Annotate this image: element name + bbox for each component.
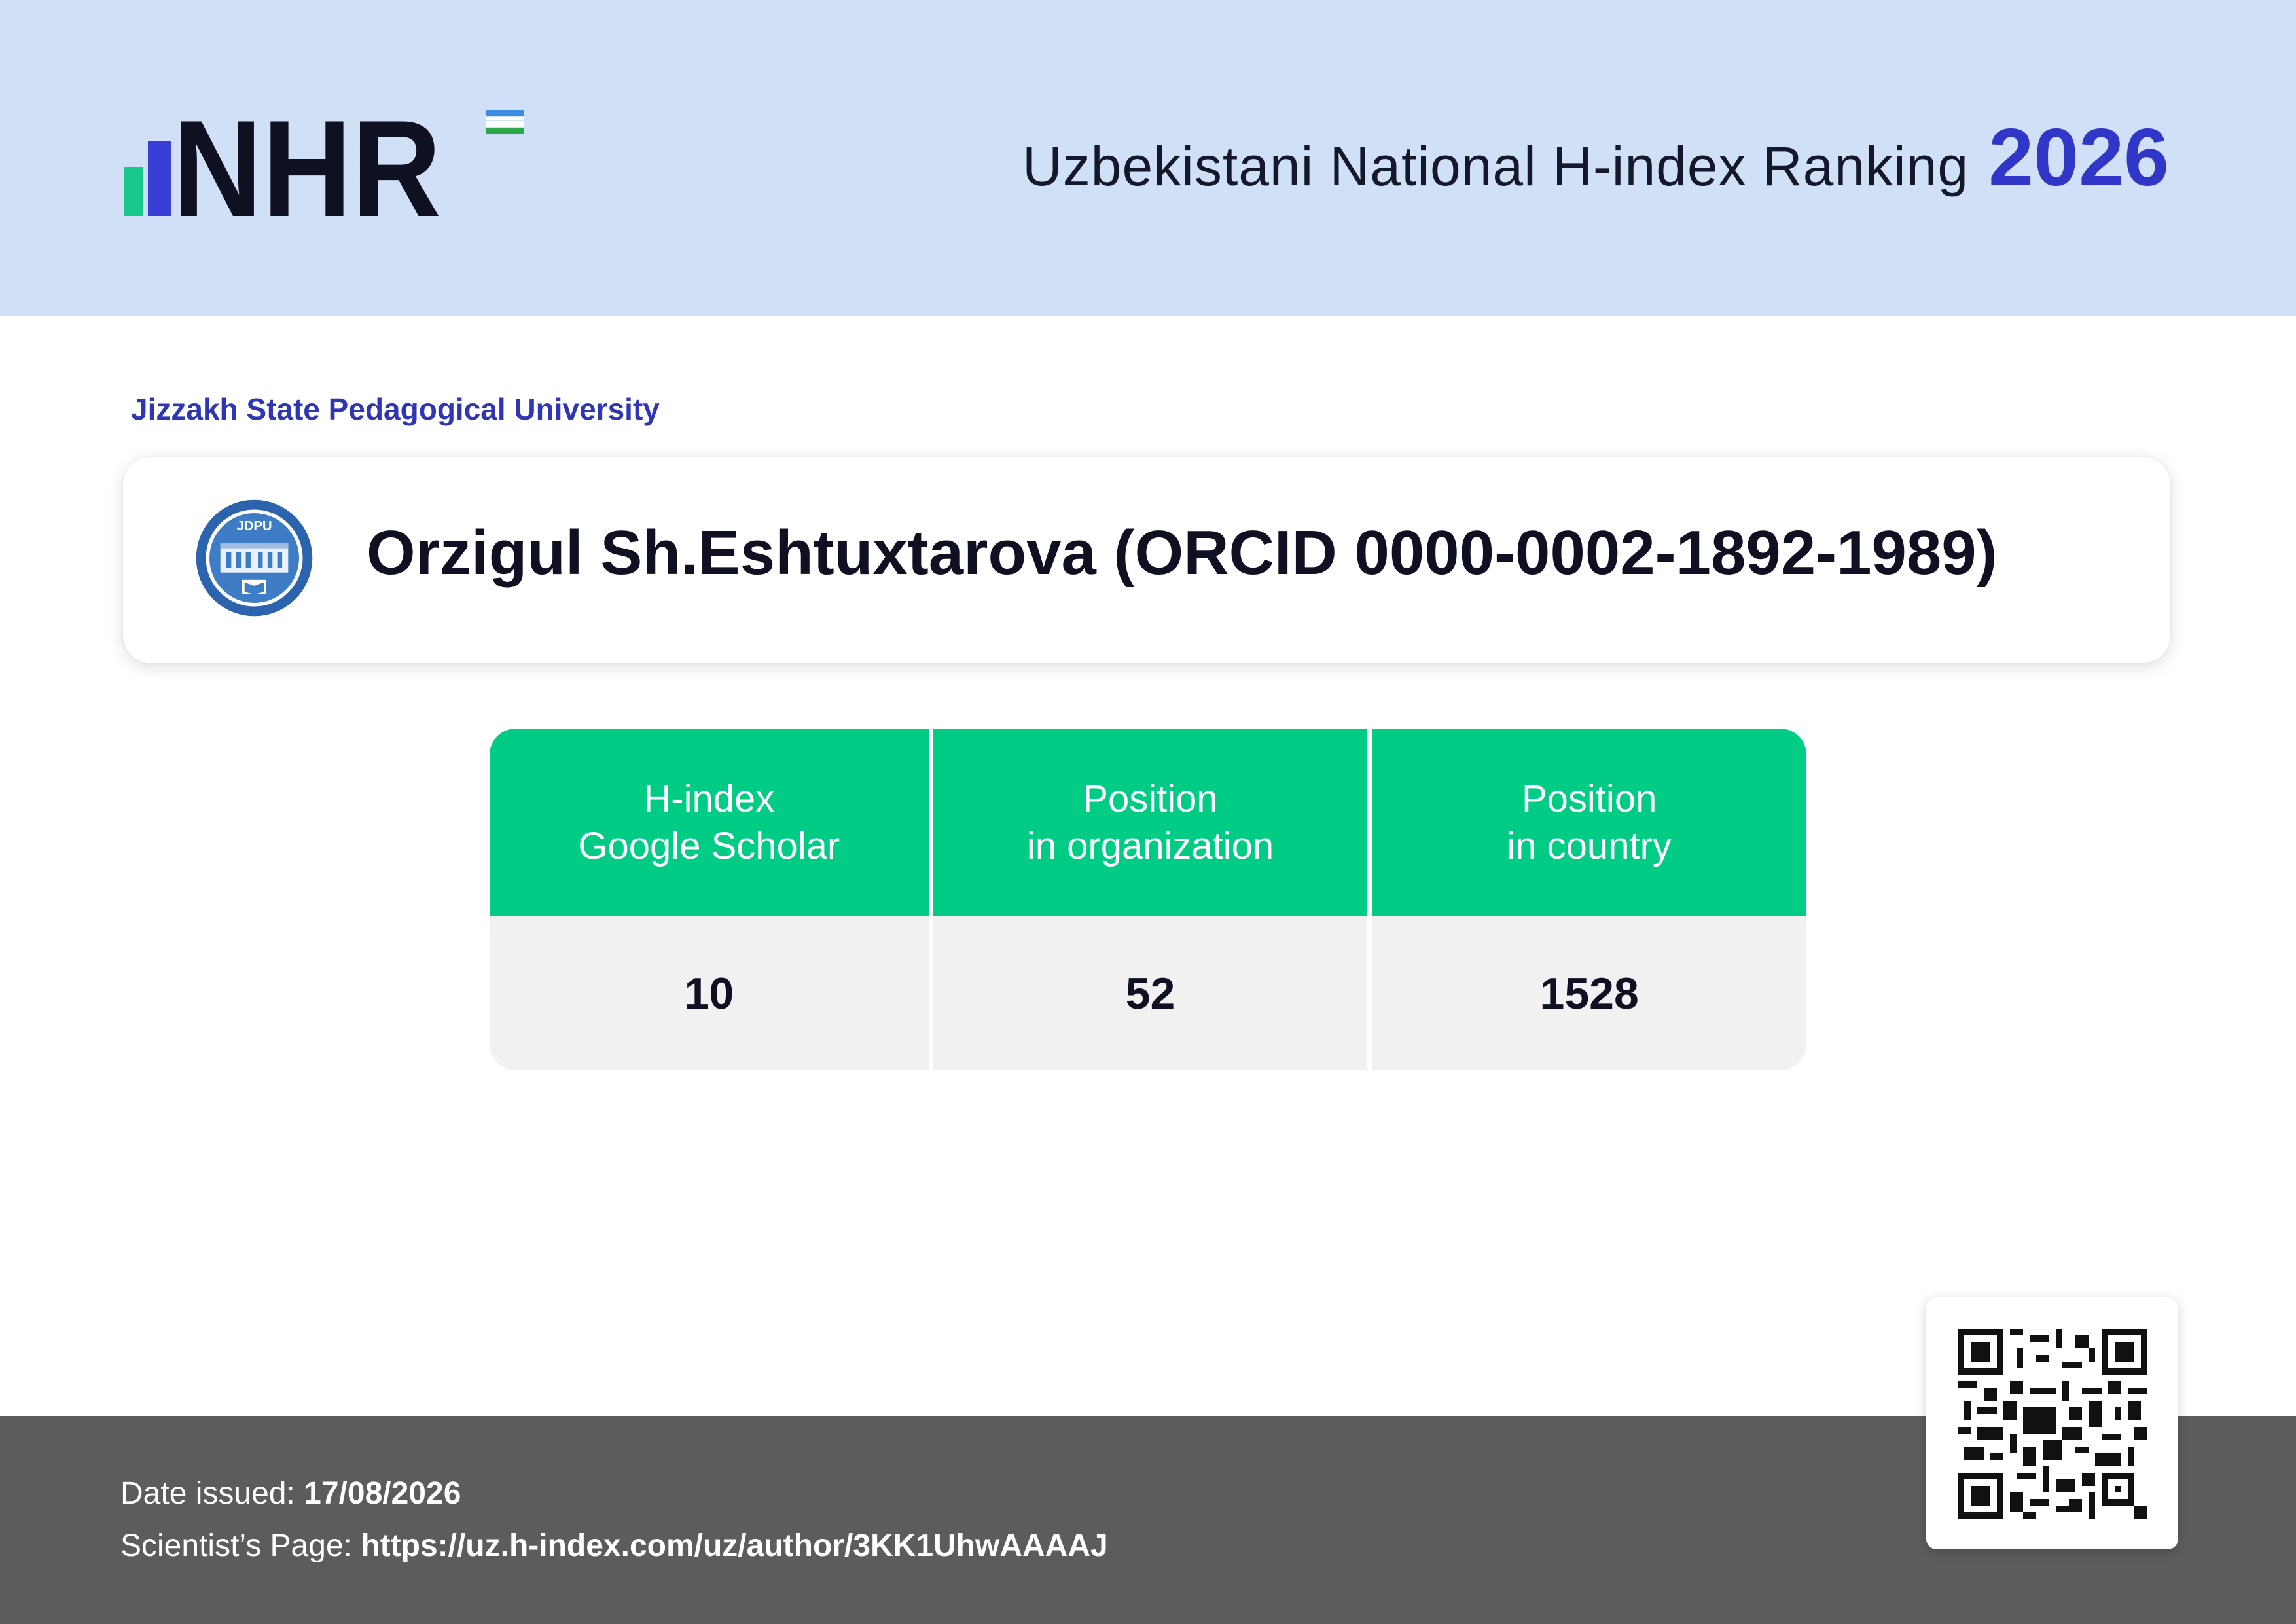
scientist-page-link[interactable]: https://uz.h-index.com/uz/author/3KK1Uhw…	[361, 1528, 1107, 1563]
stats-header-country-position: Position in country	[1367, 729, 1806, 916]
stats-value-org-position: 52	[928, 916, 1368, 1070]
organization-name: Jizzakh State Pedagogical University	[131, 392, 660, 426]
qr-code-icon	[1958, 1329, 2147, 1519]
stats-header-org-position: Position in organization	[928, 729, 1368, 916]
stats-value-country-position: 1528	[1367, 916, 1806, 1070]
date-issued: Date issued: 17/08/2026	[120, 1475, 461, 1511]
university-seal-icon: JDPU	[196, 499, 313, 617]
scientist-name: Orzigul Sh.Eshtuxtarova (ORCID 0000-0002…	[367, 518, 1998, 588]
scientist-card: JDPU Orzigul Sh.Eshtuxtarova (ORCID 0000…	[123, 457, 2170, 663]
stats-value-hindex: 10	[490, 916, 929, 1070]
date-issued-label: Date issued:	[120, 1476, 295, 1511]
ranking-year: 2026	[1988, 113, 2169, 203]
qr-code-card[interactable]	[1926, 1297, 2178, 1549]
ranking-title: Uzbekistani National H-index Ranking	[1022, 135, 1969, 197]
scientist-page-label: Scientist’s Page:	[120, 1528, 352, 1563]
stats-header-hindex: H-index Google Scholar	[490, 729, 929, 916]
seal-abbr: JDPU	[236, 519, 272, 533]
nhr-logo: NHR	[124, 105, 524, 223]
date-issued-value: 17/08/2026	[304, 1476, 461, 1511]
header-banner: NHR Uzbekistani National H-index Ranking…	[0, 0, 2296, 316]
logo-text: NHR	[173, 105, 441, 223]
scientist-page: Scientist’s Page: https://uz.h-index.com…	[120, 1528, 1108, 1564]
stats-table: H-index Google Scholar Position in organ…	[490, 729, 1806, 1070]
page-title: Uzbekistani National H-index Ranking 202…	[1022, 111, 2169, 204]
